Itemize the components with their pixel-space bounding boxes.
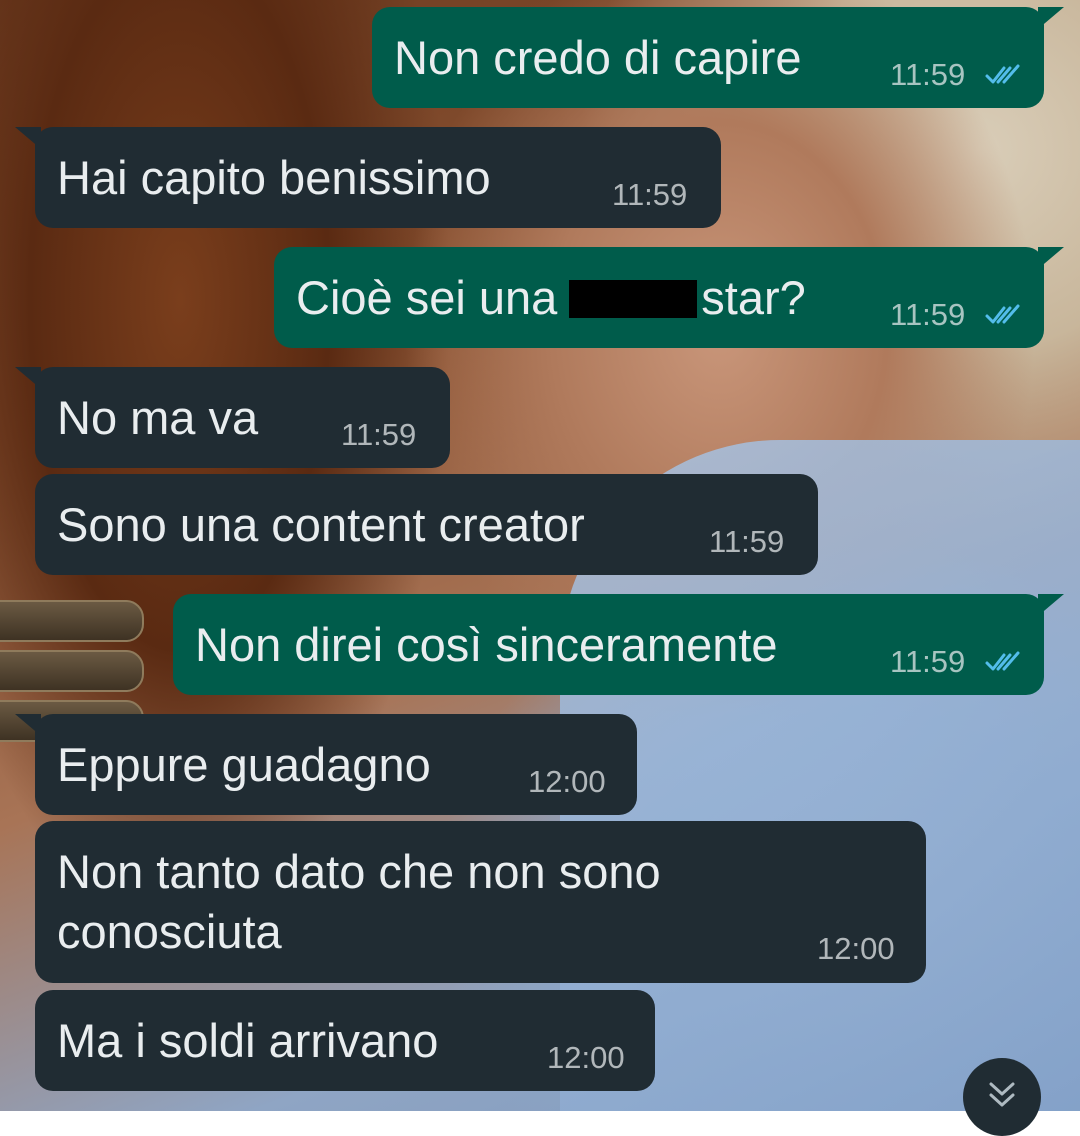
bubble-tail	[15, 367, 41, 389]
message-text: Non credo di capire	[394, 31, 802, 84]
message-bubble-incoming[interactable]: Hai capito benissimo 11:59	[15, 127, 721, 228]
message-bubble-incoming[interactable]: Sono una content creator 11:59	[35, 474, 818, 575]
double-chevron-down-icon	[989, 1082, 1015, 1107]
wallpaper-bracelet	[0, 650, 144, 692]
message-time: 11:59	[890, 57, 966, 92]
wallpaper-bracelet	[0, 600, 144, 642]
message-time: 11:59	[341, 417, 417, 452]
message-bubble-incoming[interactable]: No ma va 11:59	[15, 367, 450, 468]
message-text: Non direi così sinceramente	[195, 618, 778, 671]
message-text: No ma va	[57, 391, 259, 444]
message-text-before: Cioè sei una	[296, 271, 558, 324]
read-receipt-icon	[985, 651, 1020, 671]
message-bubble-incoming[interactable]: Ma i soldi arrivano 12:00	[35, 990, 655, 1091]
message-text: Hai capito benissimo	[57, 151, 491, 204]
message-text-line-2: conosciuta	[57, 905, 282, 958]
message-bubble-incoming[interactable]: Non tanto dato che non sono conosciuta 1…	[35, 821, 926, 983]
message-time: 11:59	[709, 524, 785, 559]
bubble-tail	[15, 714, 41, 736]
message-bubble-outgoing[interactable]: Non direi così sinceramente 11:59	[173, 594, 1064, 695]
scroll-to-bottom-button[interactable]	[963, 1058, 1041, 1136]
message-time: 12:00	[528, 764, 606, 799]
message-text: Eppure guadagno	[57, 738, 431, 791]
message-bubble-outgoing[interactable]: Non credo di capire 11:59	[372, 7, 1064, 108]
message-time: 12:00	[547, 1040, 625, 1075]
message-text-line-1: Non tanto dato che non sono	[57, 845, 661, 898]
message-bubble-outgoing[interactable]: Cioè sei una star? 11:59	[274, 247, 1064, 348]
bubble-tail	[1038, 7, 1064, 29]
bubble-tail	[15, 127, 41, 149]
message-text-after: star?	[701, 271, 806, 324]
read-receipt-icon	[985, 64, 1020, 84]
redaction-box	[569, 279, 698, 318]
bubble-tail	[1038, 594, 1064, 616]
message-text: Sono una content creator	[57, 498, 585, 551]
read-receipt-icon	[985, 304, 1020, 324]
message-time: 11:59	[890, 297, 966, 332]
message-text: Ma i soldi arrivano	[57, 1014, 439, 1067]
message-time: 11:59	[612, 177, 688, 212]
message-time: 12:00	[817, 931, 895, 966]
bubble-tail	[1038, 247, 1064, 269]
message-bubble-incoming[interactable]: Eppure guadagno 12:00	[15, 714, 637, 815]
message-text: Cioè sei una star?	[296, 267, 806, 329]
message-time: 11:59	[890, 644, 966, 679]
